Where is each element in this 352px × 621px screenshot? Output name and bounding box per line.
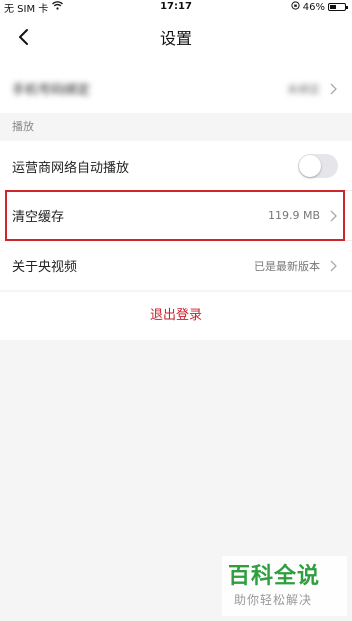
auto-play-label: 运营商网络自动播放 <box>12 160 130 176</box>
watermark-main-text: 百科全说 <box>228 564 321 589</box>
nav-bar: 设置 <box>0 14 352 64</box>
about-row[interactable]: 关于央视频 已是最新版本 <box>0 241 352 290</box>
auto-play-toggle[interactable] <box>298 154 338 178</box>
orientation-lock-icon <box>291 1 300 13</box>
chevron-right-icon <box>328 259 338 273</box>
battery-percent: 46% <box>302 1 325 13</box>
account-binding-value: 未绑定 <box>287 82 320 96</box>
chevron-right-icon <box>328 209 338 223</box>
page-title: 设置 <box>159 29 192 48</box>
status-right: 46% <box>291 0 348 14</box>
about-label: 关于央视频 <box>12 260 78 275</box>
settings-screen: 无 SIM 卡 17:17 46% 设置 手机号码绑定 未绑定 播放 运营商网络… <box>0 0 352 621</box>
clear-cache-row[interactable]: 清空缓存 119.9 MB <box>0 191 352 240</box>
auto-play-row: 运营商网络自动播放 <box>0 141 352 191</box>
section-header-playback: 播放 <box>0 113 352 141</box>
watermark-sub-text: 助你轻松解决 <box>234 593 313 607</box>
chevron-right-icon <box>328 82 338 96</box>
logout-button[interactable]: 退出登录 <box>0 292 352 340</box>
toggle-knob <box>299 155 321 177</box>
version-status-value: 已是最新版本 <box>254 259 320 273</box>
account-binding-row[interactable]: 手机号码绑定 未绑定 <box>0 64 352 113</box>
battery-icon <box>328 3 348 11</box>
clear-cache-label: 清空缓存 <box>12 210 65 225</box>
status-bar: 无 SIM 卡 17:17 46% <box>0 0 352 15</box>
battery-level-fill <box>330 5 337 9</box>
cache-size-value: 119.9 MB <box>267 209 320 222</box>
watermark-logo: 百科全说 助你轻松解决 <box>222 556 347 616</box>
account-binding-label: 手机号码绑定 <box>12 83 91 98</box>
